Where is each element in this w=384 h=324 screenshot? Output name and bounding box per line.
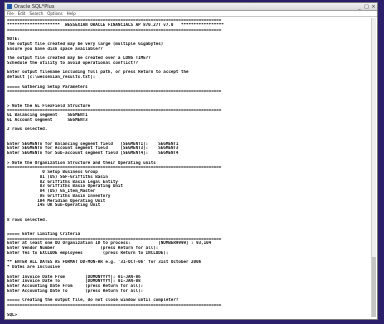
- menu-help[interactable]: Help: [67, 11, 76, 16]
- console-output[interactable]: ========================================…: [7, 18, 369, 317]
- app-icon: [7, 4, 12, 9]
- minimize-button[interactable]: _: [356, 4, 363, 10]
- scrollbar-thumb[interactable]: [372, 257, 376, 317]
- menu-file[interactable]: File: [7, 11, 14, 16]
- menu-bar: File Edit Search Options Help: [5, 11, 377, 17]
- menu-edit[interactable]: Edit: [18, 11, 26, 16]
- menu-options[interactable]: Options: [47, 11, 62, 16]
- maximize-button[interactable]: □: [363, 4, 370, 10]
- close-button[interactable]: ×: [370, 4, 377, 10]
- window-controls: _ □ ×: [356, 4, 377, 10]
- console-line: SQL>: [7, 312, 18, 317]
- title-bar[interactable]: Oracle SQL*Plus _ □ ×: [5, 3, 377, 11]
- window-title: Oracle SQL*Plus: [14, 3, 55, 10]
- sqlplus-window: Oracle SQL*Plus _ □ × File Edit Search O…: [4, 2, 378, 320]
- menu-search[interactable]: Search: [29, 11, 43, 16]
- vertical-scrollbar[interactable]: [371, 18, 376, 317]
